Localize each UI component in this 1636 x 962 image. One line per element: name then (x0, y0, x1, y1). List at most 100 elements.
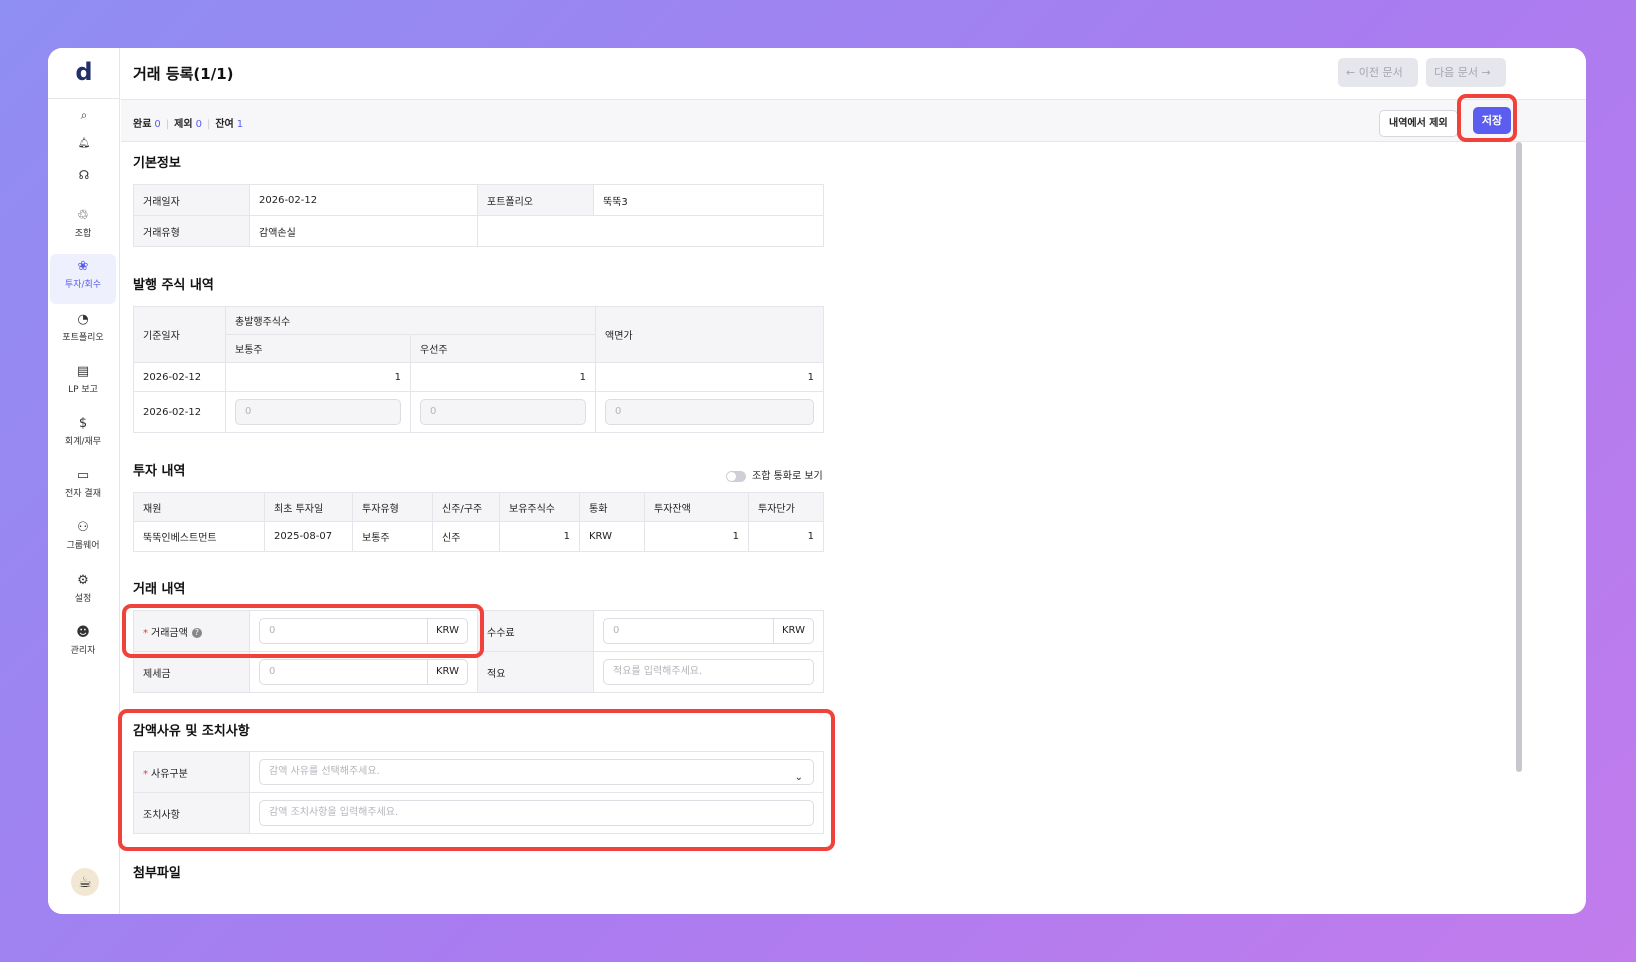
action-input-cell: 감액 조치사항을 입력해주세요. (249, 792, 824, 834)
remaining-count: 1 (236, 119, 244, 130)
investment-table: 재원 최초 투자일 투자유형 신주/구주 보유주식수 통화 투자잔액 투자단가 … (133, 492, 824, 552)
excluded-label: 제외 (174, 119, 193, 130)
amount-label: * 거래금액? (133, 610, 250, 652)
table-cell: 1 (748, 521, 824, 552)
sidebar-item-admin[interactable]: ☻ 관리자 (50, 620, 116, 670)
column-header: 투자유형 (352, 492, 433, 522)
ref-date-cell: 2026-02-12 (133, 362, 226, 392)
column-header: 최초 투자일 (264, 492, 353, 522)
par-value-cell: 1 (595, 362, 825, 392)
section-title-attachments: 첨부파일 (133, 866, 181, 881)
column-header: 재원 (133, 492, 265, 522)
fee-label: 수수료 (477, 610, 594, 652)
currency-toggle[interactable]: 조합 통화로 보기 (726, 467, 823, 482)
common-shares-input-cell: 0 (225, 391, 411, 433)
section-title-reason: 감액사유 및 조치사항 (133, 724, 250, 739)
report-icon: ▤ (76, 364, 90, 379)
header: 거래 등록(1/1) ← 이전 문서 다음 문서 → (121, 48, 1586, 100)
table-cell: 보통주 (352, 521, 433, 552)
section-title-shares: 발행 주식 내역 (133, 278, 214, 293)
accounting-icon: $ (78, 416, 88, 431)
status-counts: 완료 0 | 제외 0 | 잔여 1 (133, 115, 243, 130)
sidebar-item-portfolio[interactable]: ◔ 포트폴리오 (50, 307, 116, 357)
amount-input-cell: 0 KRW (249, 610, 478, 652)
currency-unit: KRW (427, 619, 467, 643)
search-icon[interactable]: ⌕ (48, 108, 120, 123)
app-logo[interactable]: d (48, 58, 120, 86)
basic-info-table: 거래일자 2026-02-12 포트폴리오 뚝뚝3 거래유형 감액손실 (133, 184, 824, 247)
common-shares-header: 보통주 (225, 334, 411, 363)
page-title: 거래 등록(1/1) (133, 65, 234, 83)
column-header: 신주/구주 (432, 492, 500, 522)
par-value-input[interactable]: 0 (605, 399, 815, 425)
headset-icon[interactable]: ☊ (48, 168, 120, 182)
table-cell: 1 (644, 521, 749, 552)
scrollbar[interactable] (1516, 142, 1522, 772)
table-row: 2026-02-12 0 0 0 (133, 391, 825, 433)
next-document-button[interactable]: 다음 문서 → (1426, 58, 1506, 87)
sidebar-item-investment[interactable]: ❀ 투자/회수 (50, 254, 116, 304)
memo-input-cell: 적요를 입력해주세요. (593, 651, 824, 693)
fund-icon: ♲ (77, 208, 89, 223)
sidebar-item-accounting[interactable]: $ 회계/재무 (50, 411, 116, 461)
memo-input[interactable]: 적요를 입력해주세요. (603, 659, 814, 685)
action-input[interactable]: 감액 조치사항을 입력해주세요. (259, 800, 814, 826)
done-label: 완료 (133, 119, 152, 130)
par-value-input-cell: 0 (595, 391, 825, 433)
reason-type-label: * 사유구분 (133, 751, 250, 793)
fee-input[interactable]: 0 KRW (603, 618, 814, 644)
sidebar-item-fund[interactable]: ♲ 조합 (50, 203, 116, 253)
preferred-shares-input-cell: 0 (409, 391, 597, 433)
ref-date-cell: 2026-02-12 (133, 391, 226, 433)
amount-input[interactable]: 0 KRW (259, 618, 468, 644)
tax-input[interactable]: 0 KRW (259, 659, 468, 685)
sidebar: d ⌕ 🔔︎ ☊ ♲ 조합 ❀ 투자/회수 ◔ 포트폴리오 ▤ LP 보고 $ … (48, 48, 120, 914)
tax-label: 제세금 (133, 651, 250, 693)
sidebar-item-label: 관리자 (70, 646, 96, 656)
groupware-icon: ⚇ (77, 520, 89, 535)
bell-icon[interactable]: 🔔︎ (48, 138, 120, 149)
trade-type-label: 거래유형 (133, 215, 250, 247)
sidebar-item-lp-report[interactable]: ▤ LP 보고 (50, 359, 116, 409)
remaining-label: 잔여 (215, 119, 234, 130)
preferred-shares-header: 우선주 (409, 334, 597, 363)
par-value-header: 액면가 (595, 306, 825, 363)
sidebar-item-settings[interactable]: ⚙ 설정 (50, 568, 116, 618)
section-title-investment: 투자 내역 (133, 464, 186, 479)
preferred-shares-input[interactable]: 0 (420, 399, 587, 425)
divider: | (165, 119, 170, 130)
approval-icon: ▭ (76, 468, 90, 483)
toggle-switch[interactable] (726, 470, 746, 482)
divider: | (206, 119, 211, 130)
common-shares-input[interactable]: 0 (235, 399, 401, 425)
ref-date-header: 기준일자 (133, 306, 226, 363)
reason-type-label-text: 사유구분 (151, 768, 188, 780)
reason-placeholder: 감액 사유를 선택해주세요. (269, 766, 380, 777)
column-header: 투자잔액 (644, 492, 749, 522)
column-header: 투자단가 (748, 492, 824, 522)
table-cell: KRW (579, 521, 645, 552)
sidebar-item-approval[interactable]: ▭ 전자 결재 (50, 463, 116, 513)
preferred-shares-cell: 1 (409, 362, 597, 392)
help-icon[interactable]: ? (191, 627, 202, 638)
required-mark: * (143, 768, 148, 780)
prev-document-button[interactable]: ← 이전 문서 (1338, 58, 1418, 87)
done-count: 0 (154, 119, 161, 130)
fee-input-cell: 0 KRW (593, 610, 824, 652)
common-shares-cell: 1 (225, 362, 411, 392)
exclude-button[interactable]: 내역에서 제외 (1379, 110, 1458, 137)
sidebar-item-label: 조합 (74, 229, 92, 239)
sidebar-item-groupware[interactable]: ⚇ 그룹웨어 (50, 515, 116, 565)
sidebar-item-label: 그룹웨어 (66, 541, 100, 551)
reason-select[interactable]: 감액 사유를 선택해주세요. ⌄ (259, 759, 814, 785)
column-header: 보유주식수 (499, 492, 580, 522)
shares-table: 기준일자 총발행주식수 액면가 보통주 우선주 2026-02-12 1 1 1… (133, 306, 825, 433)
table-row: 뚝뚝인베스트먼트 2025-08-07 보통주 신주 1 KRW 1 1 (133, 521, 824, 552)
column-header: 통화 (579, 492, 645, 522)
fee-placeholder: 0 (613, 625, 620, 636)
memo-label: 적요 (477, 651, 594, 693)
section-title-trade: 거래 내역 (133, 582, 186, 597)
save-button[interactable]: 저장 (1473, 107, 1511, 134)
chevron-down-icon: ⌄ (794, 772, 803, 783)
avatar[interactable]: ☕ (71, 868, 99, 896)
